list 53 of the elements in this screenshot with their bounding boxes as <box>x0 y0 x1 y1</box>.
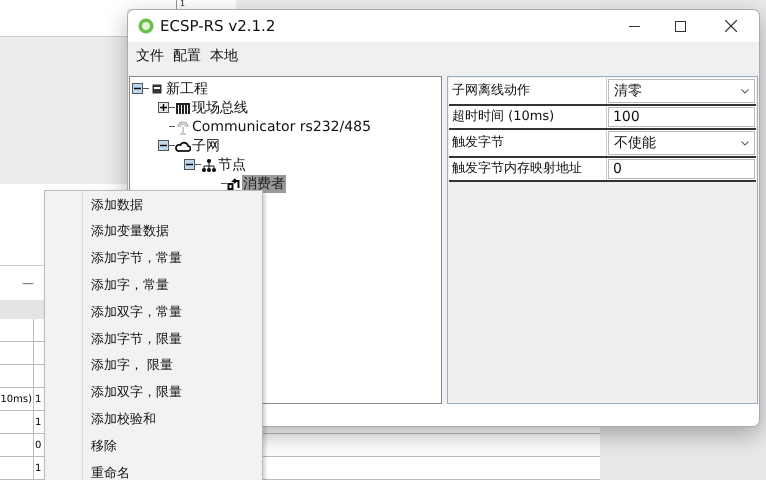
property-label: 触发字节内存映射地址 <box>451 160 582 178</box>
dropdown[interactable]: 不使能 <box>608 131 755 155</box>
tree-item[interactable]: Communicator rs232/485 <box>191 118 372 136</box>
menu-item[interactable]: 添加字， 限量 <box>83 352 182 380</box>
menu-item[interactable]: 添加数据 <box>83 192 182 219</box>
collapse-toggle[interactable] <box>158 140 169 151</box>
app-logo-icon <box>138 18 154 34</box>
expand-toggle[interactable] <box>158 102 169 113</box>
chevron-icon <box>741 140 749 146</box>
maximize-icon <box>674 20 686 32</box>
table-cell-text: 0 <box>35 438 42 452</box>
dropdown[interactable]: 清零 <box>608 79 755 103</box>
field-value: 1 <box>179 0 186 8</box>
property-label: 子网离线动作 <box>451 82 530 100</box>
property-label: 超时时间 (10ms) <box>451 108 554 126</box>
collapse-toggle[interactable] <box>184 159 195 170</box>
close-icon <box>725 20 737 32</box>
menu-item[interactable]: 添加字节，常量 <box>83 246 182 272</box>
network-icon <box>201 156 217 172</box>
project-icon <box>152 84 162 94</box>
table-cell-text: 1 <box>35 392 42 406</box>
table-cell-text: 1 <box>35 462 42 476</box>
menu-item[interactable]: 配置 <box>169 46 205 66</box>
menu-item[interactable]: 移除 <box>83 433 182 460</box>
minus-icon <box>186 161 193 168</box>
tree-item[interactable]: 子网 <box>191 136 221 154</box>
menu-item[interactable]: 添加变量数据 <box>83 218 182 246</box>
window-title: ECSP-RS v2.1.2 <box>160 16 276 37</box>
tree-item[interactable]: 现场总线 <box>191 98 249 116</box>
menu-item[interactable]: 重命名 <box>83 460 182 480</box>
table-cell-text: 1 <box>35 416 42 430</box>
menu-item[interactable]: 本地 <box>206 46 242 66</box>
antenna-icon <box>175 118 191 134</box>
arrow-icon <box>227 178 240 190</box>
minus-icon <box>160 142 167 149</box>
chevron-icon <box>741 88 749 94</box>
property-label: 触发字节 <box>451 134 504 152</box>
minimize-button[interactable]: — <box>22 274 34 292</box>
table-cell-text: 10ms) <box>0 392 32 406</box>
input-field[interactable]: 0 <box>608 159 755 179</box>
plus-icon <box>160 104 167 111</box>
tree-item[interactable]: 消费者 <box>242 174 286 192</box>
minus-icon <box>134 85 141 92</box>
menu-item[interactable]: 添加双字，限量 <box>83 380 182 406</box>
menu-item[interactable]: 添加校验和 <box>83 406 182 434</box>
tree-item[interactable]: 节点 <box>217 156 247 174</box>
menu-item[interactable]: 添加双字，常量 <box>83 299 182 326</box>
input-field[interactable]: 100 <box>608 107 755 127</box>
collapse-toggle[interactable] <box>132 83 143 94</box>
menu-item[interactable]: 文件 <box>132 46 168 66</box>
tree-item[interactable]: 新工程 <box>165 80 209 98</box>
menu-item[interactable]: 添加字，常量 <box>83 272 182 300</box>
menu-item[interactable]: 添加字节，限量 <box>83 326 182 353</box>
